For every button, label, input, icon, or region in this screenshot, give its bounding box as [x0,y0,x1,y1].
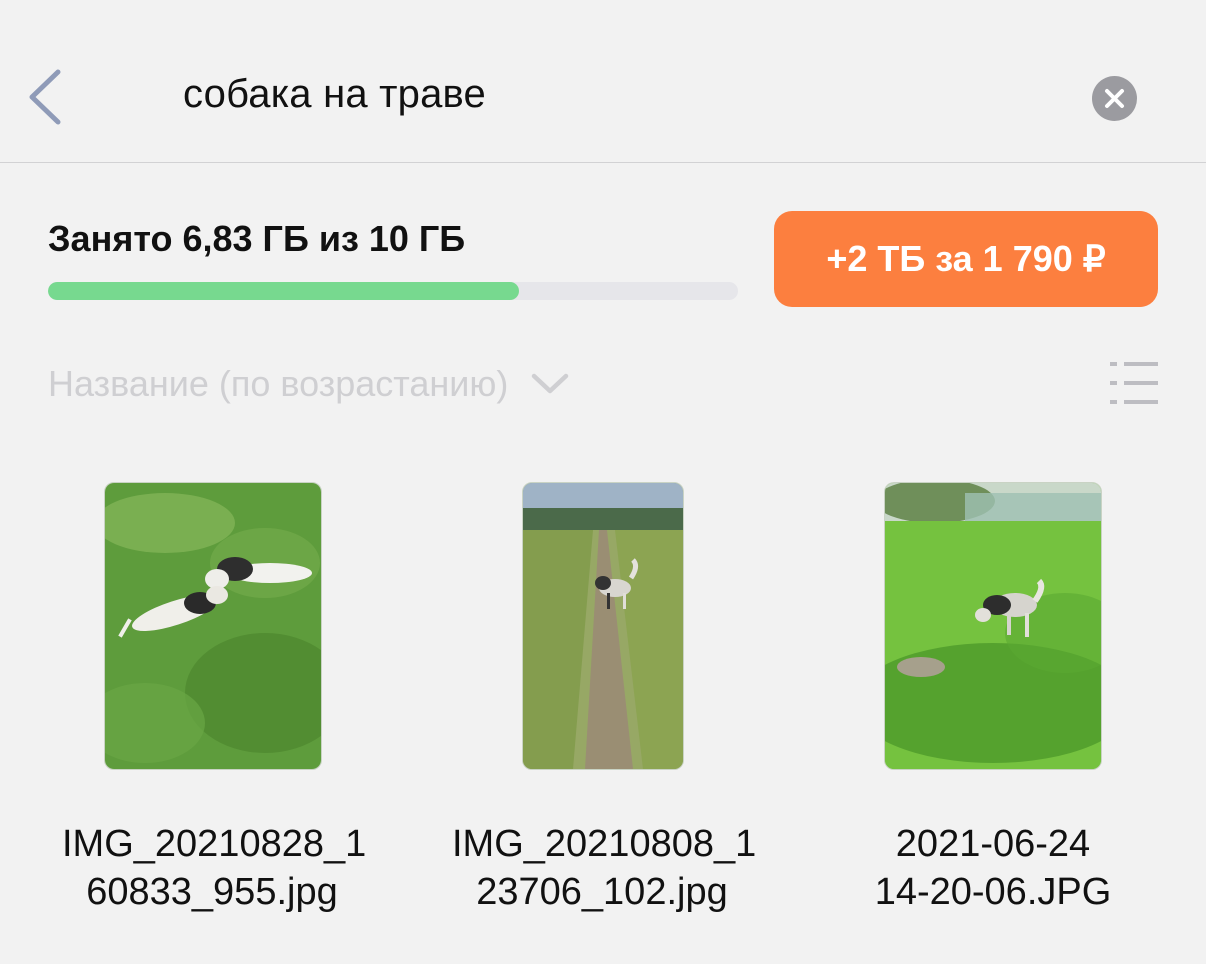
chevron-left-icon [29,69,61,125]
file-name-line-2: 14-20-06.JPG [874,871,1112,913]
list-view-button[interactable] [1108,360,1160,406]
search-input[interactable]: собака на траве [183,72,486,117]
clear-search-button[interactable] [1092,76,1137,121]
file-name-line-1: 2021-06-24 [895,823,1091,865]
upgrade-storage-button[interactable]: +2 ТБ за 1 790 ₽ [774,211,1158,307]
file-name-line-2: 23706_102.jpg [476,871,728,913]
storage-progress-fill [48,282,520,300]
sort-label: Название (по возрастанию) [48,363,509,404]
list-view-icon [1110,362,1158,404]
back-button[interactable] [20,62,70,132]
file-name: IMG_20210808_1 23706_102.jpg [452,820,757,916]
storage-usage-label: Занято 6,83 ГБ из 10 ГБ [48,218,466,259]
sort-selector[interactable]: Название (по возрастанию) [48,358,570,410]
file-name-line-1: IMG_20210808_1 [452,823,757,865]
file-thumbnail [104,482,322,770]
file-name-line-1: IMG_20210828_1 [62,823,367,865]
file-name-line-2: 60833_955.jpg [86,871,338,913]
file-thumbnail [522,482,684,770]
file-name: 2021-06-24 14-20-06.JPG [843,820,1143,916]
search-header: собака на траве [0,0,1206,163]
chevron-down-icon [532,373,569,394]
storage-progress-bar [48,282,738,300]
close-icon [1105,89,1124,108]
file-thumbnail [884,482,1102,770]
file-name: IMG_20210828_1 60833_955.jpg [62,820,367,916]
